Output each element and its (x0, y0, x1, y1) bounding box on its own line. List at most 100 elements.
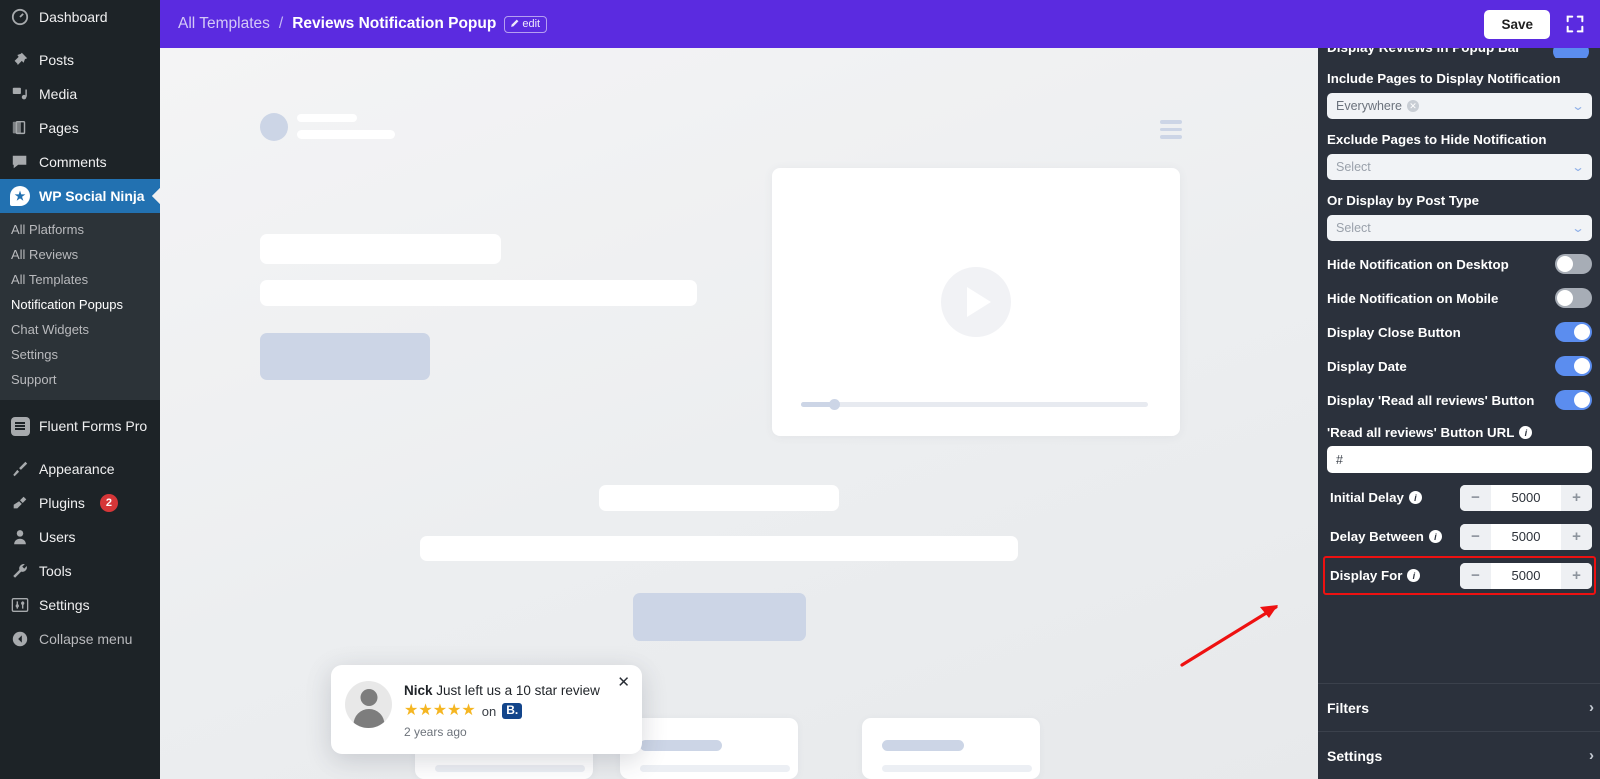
read-all-url-value: # (1336, 452, 1343, 467)
video-progress-track[interactable] (801, 402, 1148, 407)
info-icon[interactable]: i (1428, 530, 1442, 543)
skeleton-paragraph (260, 280, 697, 306)
sidebar-submenu: All Platforms All Reviews All Templates … (0, 213, 160, 400)
notification-rating-row: ★★★★★ on B. (404, 703, 628, 719)
sidebar-item-support[interactable]: Support (0, 367, 160, 392)
sidebar-item-chat-widgets[interactable]: Chat Widgets (0, 317, 160, 342)
sidebar-item-label: Pages (39, 120, 79, 136)
sidebar-item-wp-social-ninja[interactable]: ★ WP Social Ninja (0, 179, 160, 213)
exclude-pages-select[interactable]: Select ⌄ (1327, 154, 1592, 180)
include-pages-value: Everywhere (1336, 99, 1402, 113)
sidebar-item-pages[interactable]: Pages (0, 111, 160, 145)
settings-row-cut-off[interactable]: Display Reviews in Popup Bar (1327, 48, 1592, 58)
display-for-stepper[interactable]: − 5000 + (1460, 562, 1592, 589)
stepper-row-delay-between: Delay Between i − 5000 + (1327, 517, 1592, 556)
edit-title-button[interactable]: edit (504, 15, 548, 33)
read-all-url-input[interactable]: # (1327, 446, 1592, 473)
sidebar-item-all-reviews[interactable]: All Reviews (0, 242, 160, 267)
sidebar-item-label: Appearance (39, 461, 115, 477)
chevron-right-icon: › (1589, 747, 1594, 764)
sidebar-item-plugins[interactable]: Plugins 2 (0, 486, 160, 520)
hide-on-desktop-toggle[interactable] (1555, 254, 1592, 274)
sidebar-item-appearance[interactable]: Appearance (0, 452, 160, 486)
display-close-button-toggle[interactable] (1555, 322, 1592, 342)
plug-icon (10, 493, 30, 513)
delay-between-value[interactable]: 5000 (1491, 523, 1561, 550)
hide-on-mobile-toggle[interactable] (1555, 288, 1592, 308)
sidebar-item-all-platforms[interactable]: All Platforms (0, 217, 160, 242)
sidebar-item-dashboard[interactable]: Dashboard (0, 0, 160, 34)
chevron-down-icon: ⌄ (1571, 99, 1585, 113)
display-read-all-toggle[interactable] (1555, 390, 1592, 410)
display-date-toggle[interactable] (1555, 356, 1592, 376)
display-for-value[interactable]: 5000 (1491, 562, 1561, 589)
close-icon[interactable]: ✕ (617, 675, 630, 690)
sidebar-item-users[interactable]: Users (0, 520, 160, 554)
video-progress-knob[interactable] (829, 399, 840, 410)
post-type-select[interactable]: Select ⌄ (1327, 215, 1592, 241)
submenu-label: Notification Popups (11, 297, 124, 312)
initial-delay-value[interactable]: 5000 (1491, 484, 1561, 511)
delay-between-label: Delay Between (1330, 529, 1424, 544)
decrement-button[interactable]: − (1460, 523, 1491, 550)
cut-off-toggle[interactable] (1553, 48, 1589, 58)
decrement-button[interactable]: − (1460, 562, 1491, 589)
info-icon[interactable]: i (1407, 569, 1421, 582)
info-icon[interactable]: i (1408, 491, 1422, 504)
avatar (345, 680, 392, 728)
sidebar-item-label: Tools (39, 563, 72, 579)
info-icon[interactable]: i (1519, 426, 1533, 439)
initial-delay-stepper[interactable]: − 5000 + (1460, 484, 1592, 511)
increment-button[interactable]: + (1561, 484, 1592, 511)
sidebar-item-posts[interactable]: Posts (0, 43, 160, 77)
play-icon[interactable] (941, 267, 1011, 337)
sidebar-item-collapse-menu[interactable]: Collapse menu (0, 622, 160, 656)
sidebar-item-label: Fluent Forms Pro (39, 418, 148, 434)
booking-platform-icon: B. (502, 703, 523, 719)
include-pages-tag: Everywhere ✕ (1336, 99, 1419, 113)
fullscreen-icon[interactable] (1564, 13, 1586, 35)
skeleton-video-card (772, 168, 1180, 436)
sidebar-item-settings-main[interactable]: Settings (0, 588, 160, 622)
include-pages-label: Include Pages to Display Notification (1327, 71, 1561, 86)
delay-between-stepper[interactable]: − 5000 + (1460, 523, 1592, 550)
sidebar-item-settings[interactable]: Settings (0, 342, 160, 367)
submenu-label: Settings (11, 347, 58, 362)
sidebar-item-comments[interactable]: Comments (0, 145, 160, 179)
include-pages-select[interactable]: Everywhere ✕ ⌄ (1327, 93, 1592, 119)
red-annotation-arrow (1180, 605, 1278, 667)
on-label: on (481, 703, 497, 719)
breadcrumb-all-templates[interactable]: All Templates (178, 15, 270, 33)
sidebar-item-fluent-forms-pro[interactable]: Fluent Forms Pro (0, 409, 160, 443)
skeleton-button (260, 333, 430, 380)
sidebar-item-media[interactable]: Media (0, 77, 160, 111)
display-for-label-wrap: Display For i (1330, 568, 1421, 583)
review-date: 2 years ago (404, 725, 467, 739)
increment-button[interactable]: + (1561, 562, 1592, 589)
page-title: Reviews Notification Popup (292, 15, 497, 32)
accordion-settings[interactable]: Settings › (1318, 732, 1600, 779)
notification-body: Nick Just left us a 10 star review ★★★★★… (404, 681, 628, 739)
toggle-label: Display Date (1327, 358, 1407, 374)
increment-button[interactable]: + (1561, 523, 1592, 550)
sidebar-item-notification-popups[interactable]: Notification Popups (0, 292, 160, 317)
sidebar-item-all-templates[interactable]: All Templates (0, 267, 160, 292)
sidebar-item-label: Plugins (39, 495, 85, 511)
sidebar-item-tools[interactable]: Tools (0, 554, 160, 588)
save-button[interactable]: Save (1484, 9, 1550, 39)
media-icon (10, 84, 30, 104)
clear-tag-icon[interactable]: ✕ (1407, 100, 1419, 112)
settings-panel-scroll[interactable]: Display Reviews in Popup Bar Include Pag… (1318, 48, 1600, 595)
fluent-forms-icon (10, 416, 30, 436)
hamburger-menu-icon[interactable] (1160, 120, 1182, 143)
exclude-pages-label: Exclude Pages to Hide Notification (1327, 132, 1547, 147)
pages-icon (10, 118, 30, 138)
stepper-row-display-for: Display For i − 5000 + (1323, 556, 1596, 595)
accordion-filters[interactable]: Filters › (1318, 684, 1600, 731)
read-all-url-label-row: 'Read all reviews' Button URL i (1327, 425, 1592, 440)
panel-accordions: Filters › Settings › (1318, 683, 1600, 779)
toggle-label: Display Close Button (1327, 324, 1461, 340)
plugins-update-badge: 2 (99, 494, 118, 512)
decrement-button[interactable]: − (1460, 484, 1491, 511)
submenu-label: Support (11, 372, 57, 387)
